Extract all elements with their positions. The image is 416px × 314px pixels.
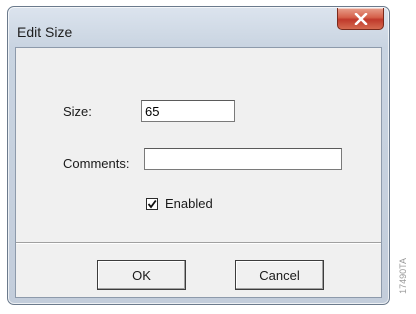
checkmark-icon (147, 199, 157, 208)
edit-size-dialog: Edit Size Size: Comments: Enabled (7, 6, 390, 305)
figure-code: 17490TA (398, 258, 408, 294)
comments-label: Comments: (63, 156, 130, 171)
ok-button[interactable]: OK (97, 260, 186, 290)
size-label: Size: (63, 104, 92, 119)
close-button[interactable] (337, 8, 384, 30)
screenshot-stage: Edit Size Size: Comments: Enabled (0, 0, 416, 314)
enabled-label: Enabled (165, 196, 213, 211)
window-title: Edit Size (17, 24, 73, 40)
dialog-client-area: Size: Comments: Enabled OK Cancel (15, 47, 382, 298)
size-input[interactable] (141, 100, 235, 122)
enabled-checkbox-row[interactable]: Enabled (146, 196, 213, 211)
enabled-checkbox[interactable] (146, 197, 158, 210)
close-x-icon (354, 13, 368, 25)
title-bar[interactable]: Edit Size (8, 7, 389, 47)
cancel-button[interactable]: Cancel (235, 260, 324, 290)
button-separator (16, 242, 381, 244)
comments-input[interactable] (144, 148, 342, 170)
